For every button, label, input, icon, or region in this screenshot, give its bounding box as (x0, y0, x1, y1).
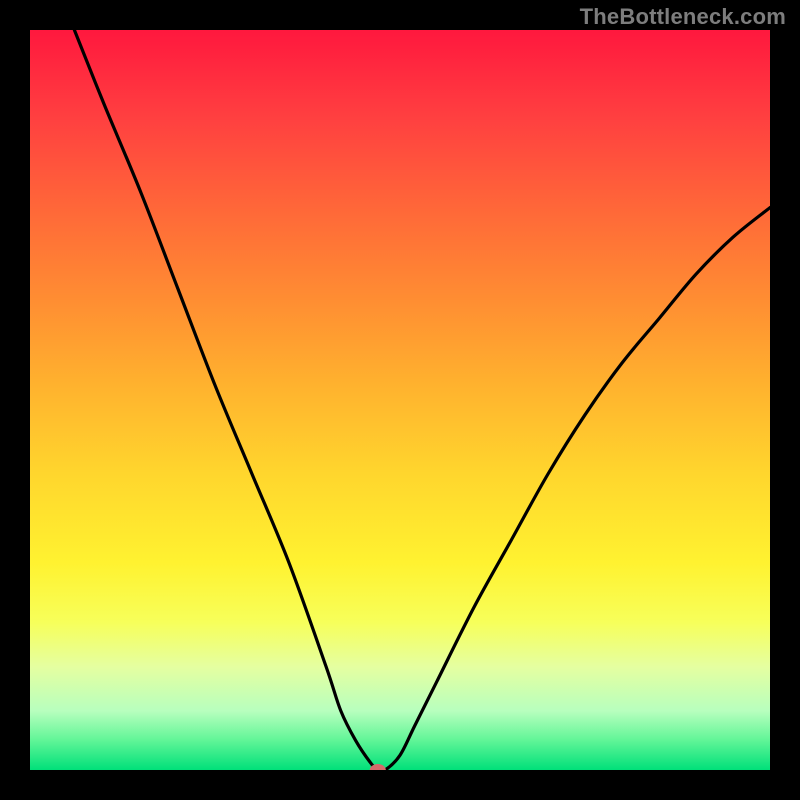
plot-area (30, 30, 770, 770)
bottleneck-curve (74, 30, 770, 770)
curve-svg (30, 30, 770, 770)
chart-stage: TheBottleneck.com (0, 0, 800, 800)
watermark-text: TheBottleneck.com (580, 4, 786, 30)
